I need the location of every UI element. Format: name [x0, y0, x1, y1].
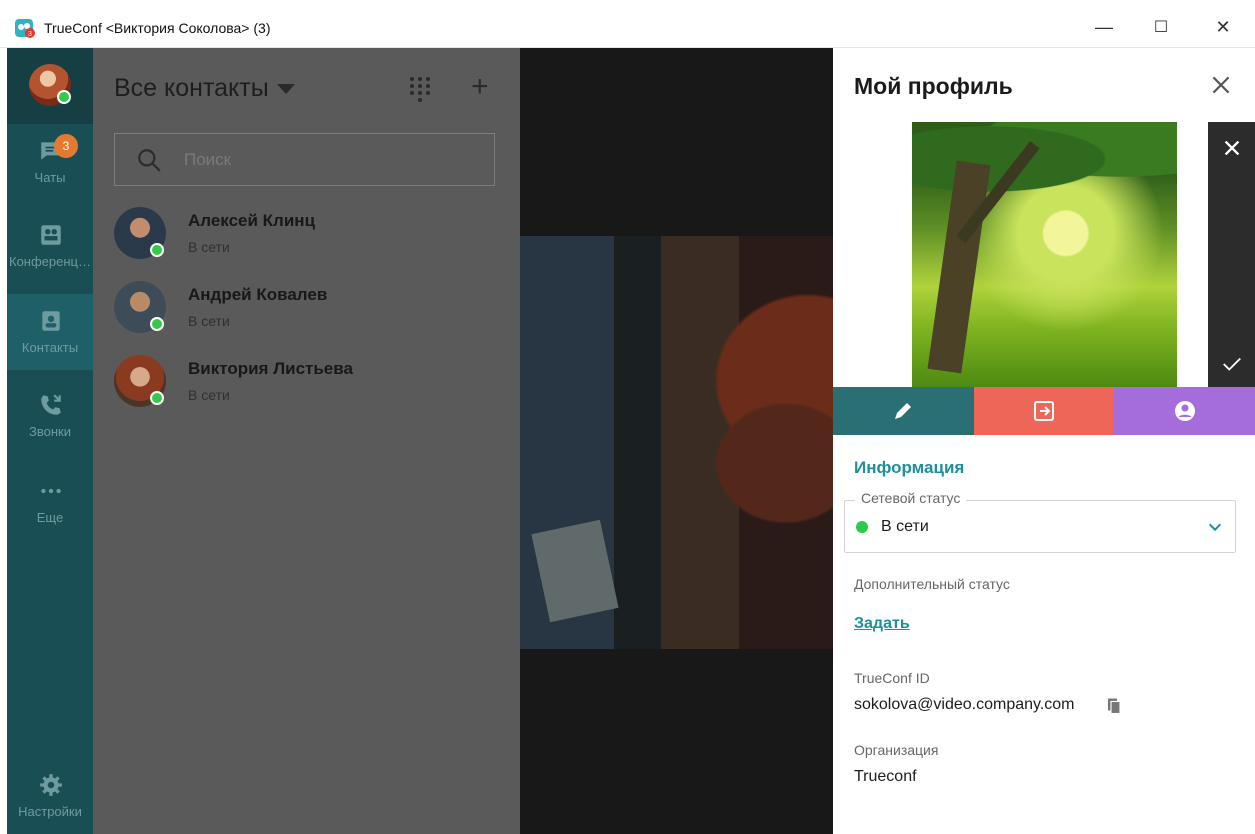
info-section-heading: Информация [854, 458, 965, 477]
nav-item-settings[interactable]: Настройки [7, 758, 93, 834]
my-avatar-area[interactable] [7, 48, 93, 124]
network-status-label: Сетевой статус [855, 490, 967, 506]
nav-item-conferences[interactable]: Конференции [7, 208, 93, 284]
gear-icon [40, 774, 62, 796]
trueconf-id-value: sokolova@video.company.com [854, 696, 1075, 713]
nav-item-more[interactable]: Еще [7, 464, 93, 540]
conference-icon [41, 225, 61, 245]
contact-status: В сети [188, 387, 230, 403]
logout-icon [1034, 401, 1054, 421]
profile-actions [833, 387, 1255, 435]
video-area [520, 48, 833, 834]
account-button[interactable] [1114, 387, 1255, 435]
contact-name: Алексей Клинц [188, 211, 316, 230]
nav-rail: 3 Чаты Конференции Контакты Звонки Еще Н… [7, 48, 93, 834]
contact-status: В сети [188, 239, 230, 255]
contacts-panel: Все контакты + Поиск Алексей Клинц В сет… [93, 48, 520, 834]
nav-label-conferences: Конференции [9, 254, 93, 269]
online-status-dot [150, 317, 164, 331]
organization-label: Организация [854, 742, 939, 758]
contacts-icon [42, 311, 60, 331]
caret-down-icon [276, 84, 295, 95]
nav-item-calls[interactable]: Звонки [7, 378, 93, 454]
network-status-value: В сети [881, 518, 929, 535]
nav-label-settings: Настройки [18, 804, 82, 819]
pencil-icon [895, 403, 912, 419]
video-object [531, 519, 619, 623]
dialpad-icon[interactable] [409, 76, 431, 102]
profile-photo[interactable] [912, 122, 1177, 387]
close-window-button[interactable]: ✕ [1203, 12, 1243, 42]
video-frame [520, 236, 833, 649]
search-input[interactable]: Поиск [114, 133, 495, 186]
nav-item-contacts[interactable]: Контакты [7, 294, 93, 370]
search-placeholder: Поиск [184, 150, 232, 169]
more-icon [41, 488, 61, 494]
online-status-dot [856, 521, 868, 533]
profile-panel: Мой профиль Информация Сетевой статус В … [833, 48, 1255, 834]
nav-item-chats[interactable]: 3 Чаты [7, 124, 93, 200]
nav-label-calls: Звонки [29, 424, 71, 439]
confirm-photo-icon[interactable] [1221, 353, 1243, 375]
edit-profile-button[interactable] [833, 387, 974, 435]
minimize-button[interactable]: — [1084, 12, 1124, 42]
network-status-select[interactable]: Сетевой статус В сети [844, 490, 1236, 553]
contact-item[interactable]: Андрей Ковалев В сети [93, 281, 520, 355]
nav-label-more: Еще [36, 510, 64, 525]
contact-name: Виктория Листьева [188, 359, 353, 378]
account-icon [1174, 401, 1195, 421]
contacts-header: Все контакты [114, 74, 269, 102]
contact-item[interactable]: Виктория Листьева В сети [93, 355, 520, 429]
trueconf-id-label: TrueConf ID [854, 670, 930, 686]
maximize-button[interactable]: ☐ [1141, 12, 1181, 42]
add-contact-button[interactable]: + [471, 70, 489, 104]
svg-text:3: 3 [28, 31, 32, 38]
photo-canopy [912, 122, 1177, 197]
organization-value: Trueconf [854, 768, 917, 785]
cancel-photo-icon[interactable] [1221, 137, 1243, 159]
online-status-dot [57, 90, 71, 104]
unread-badge: 3 [54, 134, 78, 158]
contact-name: Андрей Ковалев [188, 285, 328, 304]
logout-button[interactable] [973, 387, 1115, 435]
online-status-dot [150, 243, 164, 257]
profile-title: Мой профиль [854, 73, 1013, 99]
extra-status-label: Дополнительный статус [854, 576, 1010, 592]
search-icon [138, 149, 161, 172]
set-extra-status-link[interactable]: Задать [854, 615, 910, 633]
nav-label-contacts: Контакты [21, 340, 79, 355]
online-status-dot [150, 391, 164, 405]
copy-icon[interactable] [1105, 697, 1123, 715]
close-icon[interactable] [1208, 72, 1234, 98]
contact-item[interactable]: Алексей Клинц В сети [93, 207, 520, 281]
trueconf-app-icon: 3 [15, 19, 35, 38]
calls-icon [41, 394, 61, 415]
contact-status: В сети [188, 313, 230, 329]
nav-label-chats: Чаты [34, 170, 66, 185]
title-bar: 3 TrueConf <Виктория Соколова> (3) — ☐ ✕ [0, 0, 1255, 48]
chevron-down-icon [1208, 523, 1222, 532]
photo-crop-controls [1208, 122, 1255, 387]
contacts-filter-dropdown[interactable]: Все контакты [114, 74, 295, 103]
window-title: TrueConf <Виктория Соколова> (3) [44, 20, 271, 36]
